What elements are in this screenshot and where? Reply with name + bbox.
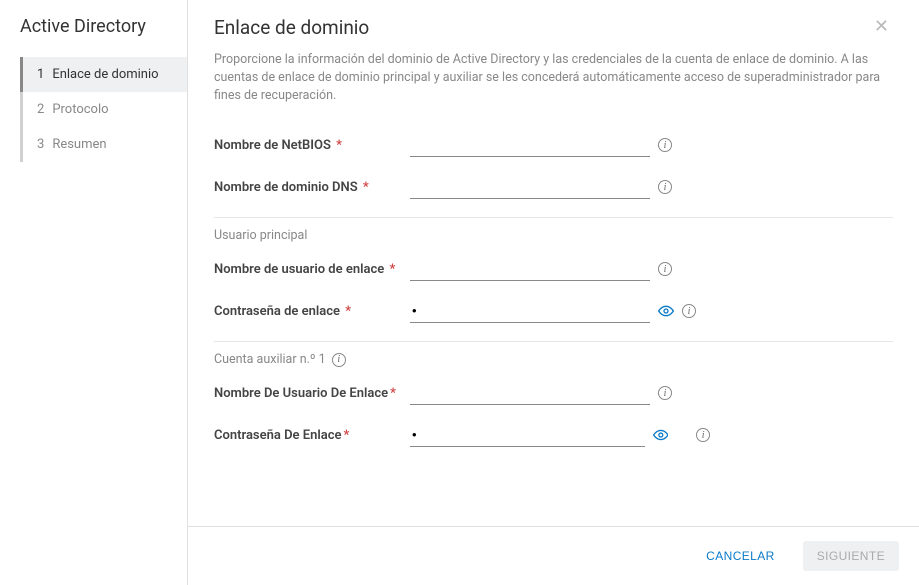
row-dnsdomain: Nombre de dominio DNS * i <box>214 175 893 199</box>
row-primary-password: Contraseña de enlace * i <box>214 299 893 323</box>
step-summary[interactable]: 3 Resumen <box>23 127 187 162</box>
row-aux-username: Nombre De Usuario De Enlace* i <box>214 381 893 405</box>
wizard-sidebar: Active Directory 1 Enlace de dominio 2 P… <box>0 0 188 585</box>
main-panel: Enlace de dominio ✕ Proporcione la infor… <box>188 0 919 585</box>
primary-username-input[interactable] <box>410 257 650 281</box>
dnsdomain-input[interactable] <box>410 175 650 199</box>
eye-icon[interactable] <box>653 427 669 443</box>
cancel-button[interactable]: CANCELAR <box>692 541 789 571</box>
label-netbios: Nombre de NetBIOS * <box>214 138 410 153</box>
required-mark: * <box>386 262 395 277</box>
primary-password-input[interactable] <box>410 299 650 323</box>
step-protocol[interactable]: 2 Protocolo <box>23 92 187 127</box>
form-area: Nombre de NetBIOS * i Nombre de dominio … <box>188 119 919 526</box>
required-mark: * <box>360 180 369 195</box>
input-wrap: i <box>410 299 710 323</box>
info-icon[interactable]: i <box>658 180 672 194</box>
netbios-input[interactable] <box>410 133 650 157</box>
aux-username-input[interactable] <box>410 381 650 405</box>
row-primary-username: Nombre de usuario de enlace * i <box>214 257 893 281</box>
section-primary-title: Usuario principal <box>214 228 893 243</box>
sidebar-title: Active Directory <box>0 16 187 57</box>
info-icon[interactable]: i <box>682 304 696 318</box>
label-aux-username: Nombre De Usuario De Enlace* <box>214 386 410 401</box>
required-mark: * <box>342 304 351 319</box>
label-dnsdomain: Nombre de dominio DNS * <box>214 180 410 195</box>
required-mark: * <box>390 386 396 401</box>
info-icon[interactable]: i <box>658 386 672 400</box>
wizard-footer: CANCELAR SIGUIENTE <box>188 526 919 585</box>
label-aux-password: Contraseña De Enlace* <box>214 428 410 443</box>
label-primary-password: Contraseña de enlace * <box>214 304 410 319</box>
description-text: Proporcione la información del dominio d… <box>188 47 919 119</box>
step-label: Protocolo <box>52 102 108 117</box>
info-icon[interactable]: i <box>658 262 672 276</box>
step-number: 2 <box>37 102 44 117</box>
input-wrap: i <box>410 133 710 157</box>
next-button[interactable]: SIGUIENTE <box>803 541 899 571</box>
input-wrap: i <box>410 423 710 447</box>
info-icon[interactable]: i <box>332 353 346 367</box>
info-icon[interactable]: i <box>696 428 710 442</box>
eye-icon[interactable] <box>658 303 674 319</box>
info-icon[interactable]: i <box>658 138 672 152</box>
section-aux-title: Cuenta auxiliar n.º 1 i <box>214 352 893 367</box>
step-label: Enlace de dominio <box>52 67 158 82</box>
input-wrap: i <box>410 257 710 281</box>
close-icon[interactable]: ✕ <box>870 16 893 37</box>
divider <box>214 217 893 218</box>
row-aux-password: Contraseña De Enlace* i <box>214 423 893 447</box>
row-netbios: Nombre de NetBIOS * i <box>214 133 893 157</box>
step-domain-bind[interactable]: 1 Enlace de dominio <box>20 57 187 92</box>
step-number: 1 <box>37 67 44 82</box>
required-mark: * <box>333 138 342 153</box>
main-header: Enlace de dominio ✕ <box>188 0 919 47</box>
input-wrap: i <box>410 381 710 405</box>
page-title: Enlace de dominio <box>214 16 369 39</box>
step-number: 3 <box>37 137 44 152</box>
aux-password-input[interactable] <box>410 423 645 447</box>
steps-list: 1 Enlace de dominio 2 Protocolo 3 Resume… <box>20 57 187 162</box>
required-mark: * <box>344 428 350 443</box>
step-label: Resumen <box>52 137 106 152</box>
label-primary-username: Nombre de usuario de enlace * <box>214 262 410 277</box>
divider <box>214 341 893 342</box>
input-wrap: i <box>410 175 710 199</box>
